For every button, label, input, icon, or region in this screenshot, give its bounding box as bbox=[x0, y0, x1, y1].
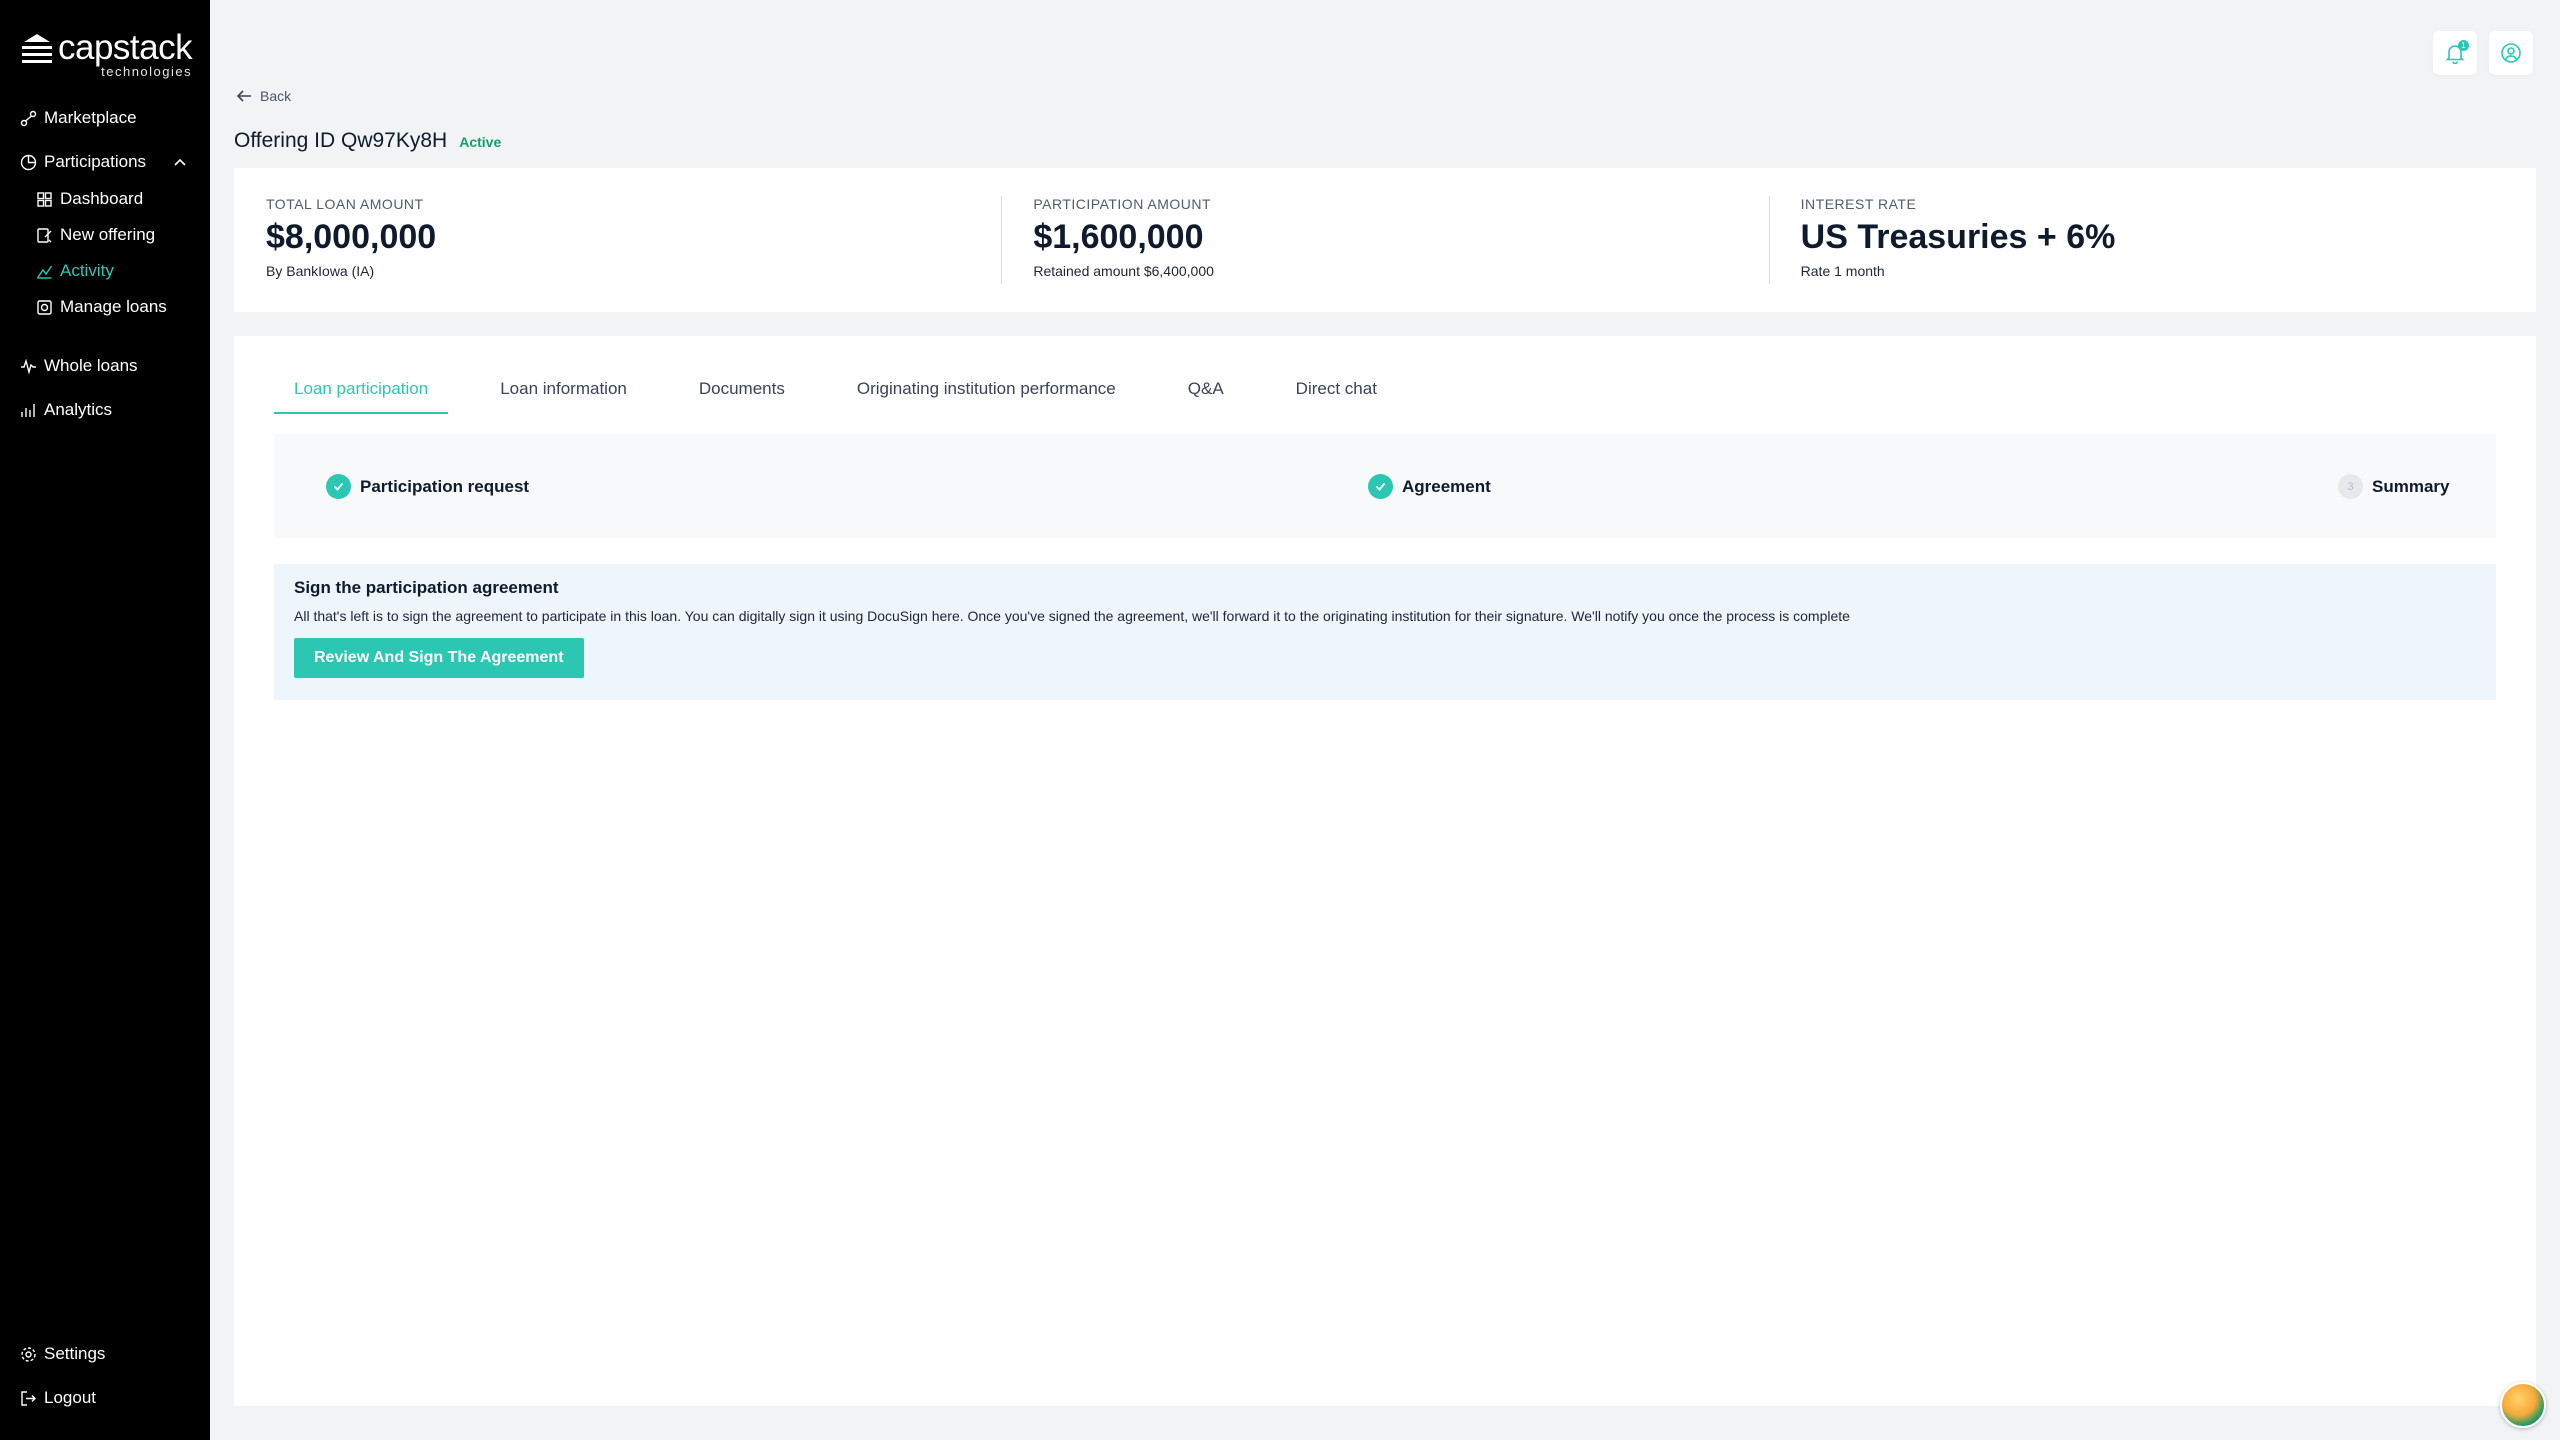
participations-icon bbox=[20, 154, 37, 171]
sidebar-item-label: Logout bbox=[44, 1388, 96, 1407]
notifications-button[interactable]: 1 bbox=[2433, 31, 2477, 75]
offering-title: Offering ID Qw97Ky8H bbox=[234, 129, 448, 152]
sidebar-item-manage-loans[interactable]: Manage loans bbox=[36, 297, 167, 317]
sidebar-item-whole-loans[interactable]: Whole loans bbox=[20, 356, 138, 376]
back-label: Back bbox=[260, 88, 292, 104]
stat-sub: Retained amount $6,400,000 bbox=[1033, 263, 1214, 279]
sidebar-item-label: Marketplace bbox=[44, 108, 137, 127]
manage-loans-icon bbox=[36, 299, 53, 316]
gear-icon bbox=[20, 1346, 37, 1363]
notification-badge: 1 bbox=[2458, 40, 2469, 51]
logo-mark-icon bbox=[22, 34, 52, 63]
stat-value: US Treasuries + 6% bbox=[1800, 218, 2116, 256]
stat-value: $1,600,000 bbox=[1033, 218, 1204, 256]
chat-widget-icon[interactable] bbox=[2500, 1382, 2546, 1428]
tab-qa[interactable]: Q&A bbox=[1168, 374, 1244, 414]
check-icon bbox=[1368, 474, 1393, 499]
stat-participation-amount: PARTICIPATION AMOUNT $1,600,000 Retained… bbox=[1001, 168, 1768, 312]
sidebar: capstack technologies Marketplace Partic… bbox=[0, 0, 210, 1440]
step-number: 3 bbox=[2338, 474, 2363, 499]
stat-label: PARTICIPATION AMOUNT bbox=[1033, 196, 1212, 212]
step-agreement[interactable]: Agreement bbox=[1368, 474, 1491, 499]
stat-value: $8,000,000 bbox=[266, 218, 437, 256]
sidebar-item-new-offering[interactable]: New offering bbox=[36, 225, 155, 245]
stat-label: INTEREST RATE bbox=[1800, 196, 1917, 212]
step-label: Summary bbox=[2372, 476, 2450, 496]
sidebar-item-label: Whole loans bbox=[44, 356, 138, 375]
user-icon bbox=[2501, 43, 2521, 63]
sidebar-item-label: Settings bbox=[44, 1344, 106, 1363]
sign-title: Sign the participation agreement bbox=[294, 578, 559, 597]
check-icon bbox=[326, 474, 351, 499]
profile-button[interactable] bbox=[2489, 31, 2533, 75]
brand-subtitle: technologies bbox=[101, 64, 193, 79]
sidebar-item-dashboard[interactable]: Dashboard bbox=[36, 189, 143, 209]
sidebar-item-settings[interactable]: Settings bbox=[20, 1344, 105, 1364]
activity-icon bbox=[36, 263, 53, 280]
sidebar-item-activity[interactable]: Activity bbox=[36, 261, 114, 281]
tab-bar: Loan participation Loan information Docu… bbox=[274, 374, 1429, 414]
sidebar-item-analytics[interactable]: Analytics bbox=[20, 400, 112, 420]
tab-loan-information[interactable]: Loan information bbox=[480, 374, 647, 414]
step-label: Agreement bbox=[1402, 476, 1491, 496]
chevron-up-icon[interactable] bbox=[172, 155, 188, 171]
analytics-icon bbox=[20, 402, 37, 419]
status-badge: Active bbox=[459, 134, 502, 150]
step-summary[interactable]: 3 Summary bbox=[2338, 474, 2449, 499]
sign-agreement-box: Sign the participation agreement All tha… bbox=[274, 564, 2496, 700]
page-title: Offering ID Qw97Ky8H Active bbox=[234, 129, 501, 153]
tab-direct-chat[interactable]: Direct chat bbox=[1276, 374, 1397, 414]
loan-stats-card: TOTAL LOAN AMOUNT $8,000,000 By BankIowa… bbox=[234, 168, 2536, 312]
tab-loan-participation[interactable]: Loan participation bbox=[274, 374, 449, 414]
step-participation-request[interactable]: Participation request bbox=[326, 474, 529, 499]
sidebar-item-label: Participations bbox=[44, 152, 147, 171]
details-panel: Loan participation Loan information Docu… bbox=[234, 336, 2536, 1406]
arrow-left-icon bbox=[236, 90, 251, 102]
sidebar-item-label: Manage loans bbox=[60, 297, 167, 316]
sidebar-item-participations[interactable]: Participations bbox=[20, 152, 146, 172]
stat-total-loan: TOTAL LOAN AMOUNT $8,000,000 By BankIowa… bbox=[234, 168, 1001, 312]
stat-sub: By BankIowa (IA) bbox=[266, 263, 375, 279]
logout-icon bbox=[20, 1390, 37, 1407]
whole-loans-icon bbox=[20, 358, 37, 375]
tab-documents[interactable]: Documents bbox=[679, 374, 805, 414]
sign-description: All that's left is to sign the agreement… bbox=[294, 608, 1850, 624]
main-content: 1 Back Offering ID Qw97Ky8H Active TOTAL… bbox=[210, 0, 2560, 1440]
marketplace-icon bbox=[20, 110, 37, 127]
sidebar-item-marketplace[interactable]: Marketplace bbox=[20, 108, 137, 128]
sidebar-item-label: Analytics bbox=[44, 400, 113, 419]
sidebar-item-label: New offering bbox=[60, 225, 156, 244]
back-link[interactable]: Back bbox=[236, 88, 291, 104]
sidebar-item-label: Dashboard bbox=[60, 189, 144, 208]
progress-stepper: Participation request Agreement 3 Summar… bbox=[274, 434, 2496, 538]
sidebar-item-label: Activity bbox=[60, 261, 114, 280]
brand-name: capstack bbox=[58, 28, 193, 67]
stat-interest-rate: INTEREST RATE US Treasuries + 6% Rate 1 … bbox=[1768, 168, 2536, 312]
tab-originating-institution-performance[interactable]: Originating institution performance bbox=[837, 374, 1136, 414]
review-sign-button[interactable]: Review And Sign The Agreement bbox=[294, 638, 584, 678]
stat-label: TOTAL LOAN AMOUNT bbox=[266, 196, 424, 212]
dashboard-icon bbox=[36, 191, 53, 208]
stat-sub: Rate 1 month bbox=[1800, 263, 1885, 279]
step-label: Participation request bbox=[360, 476, 530, 496]
sidebar-item-logout[interactable]: Logout bbox=[20, 1388, 96, 1408]
capstack-logo[interactable]: capstack technologies bbox=[20, 28, 193, 79]
new-offering-icon bbox=[36, 227, 53, 244]
